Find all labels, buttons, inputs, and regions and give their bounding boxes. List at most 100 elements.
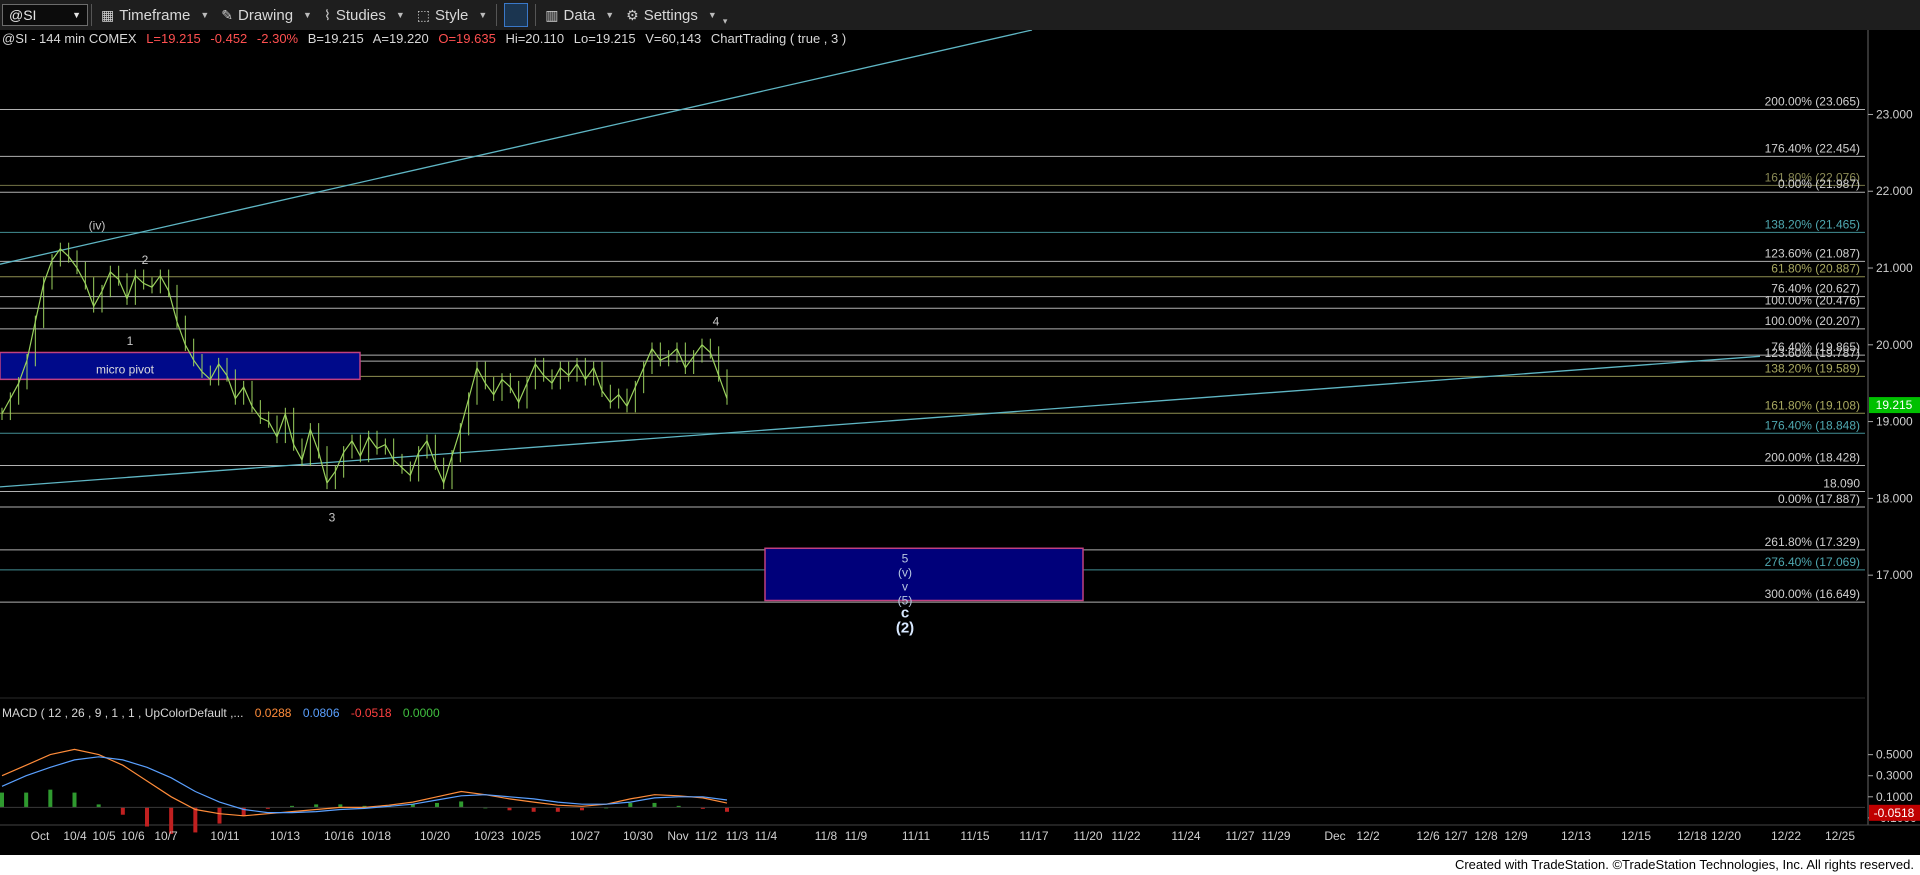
style-icon: ⬚: [416, 6, 431, 23]
timeframe-menu[interactable]: ▦ Timeframe ▼: [95, 0, 215, 30]
symbol-input[interactable]: @SI ▼: [2, 4, 88, 26]
fib-label: 0.00% (17.887): [1778, 492, 1860, 506]
calendar-icon: ▦: [101, 6, 115, 23]
macd-histogram-bar: [725, 807, 729, 812]
macd-label: MACD ( 12 , 26 , 9 , 1 , 1 , UpColorDefa…: [2, 706, 243, 720]
header-open: O=19.635: [438, 31, 495, 46]
macd-header: MACD ( 12 , 26 , 9 , 1 , 1 , UpColorDefa…: [2, 706, 440, 720]
gear-icon: ⚙: [626, 6, 639, 23]
macd-histogram-bar: [459, 801, 464, 808]
time-axis-label: 11/22: [1111, 829, 1140, 843]
fib-label: 200.00% (18.428): [1765, 451, 1860, 465]
macd-current-label: -0.0518: [1874, 806, 1915, 820]
data-menu[interactable]: ▥ Data ▼: [539, 0, 620, 30]
footer-copyright: Created with TradeStation. ©TradeStation…: [1454, 857, 1914, 872]
macd-histogram-bar: [652, 802, 657, 808]
time-axis-label: 11/11: [902, 829, 931, 843]
time-axis-label: 10/16: [324, 829, 354, 843]
header-high: Hi=20.110: [505, 31, 564, 46]
chevron-down-icon[interactable]: ▼: [72, 10, 81, 20]
header-volume: V=60,143: [645, 31, 701, 46]
wave-label: 1: [127, 334, 134, 348]
layout-toggle-icon[interactable]: [504, 3, 529, 27]
macd-histogram-bar: [72, 792, 77, 808]
style-label: Style: [435, 6, 469, 24]
macd-axis-label: 0.3000: [1876, 769, 1913, 783]
time-axis-label: 10/30: [623, 829, 653, 843]
micro-pivot-label: micro pivot: [96, 362, 155, 376]
time-axis-label: 10/27: [570, 829, 600, 843]
header-pct: -2.30%: [257, 31, 299, 46]
time-axis-label: 12/2: [1356, 829, 1380, 843]
time-axis-label: 11/29: [1261, 829, 1290, 843]
chevron-down-icon: ▼: [707, 10, 717, 20]
time-axis-label: 12/8: [1474, 829, 1498, 843]
macd-value-diff: -0.0518: [351, 706, 392, 720]
macd-histogram-bar: [628, 802, 633, 808]
price-chart[interactable]: 200.00% (23.065)176.40% (22.454)161.80% …: [0, 30, 1920, 855]
time-axis-label: 11/2: [695, 829, 718, 843]
fib-label: 200.00% (23.065): [1765, 94, 1860, 108]
time-axis-label: 11/24: [1171, 829, 1200, 843]
macd-value-avg: 0.0806: [303, 706, 340, 720]
axis-tick-label: 21.000: [1876, 261, 1913, 275]
time-axis-label: 11/17: [1019, 829, 1048, 843]
more-icon[interactable]: ▾: [723, 16, 728, 27]
axis-tick-label: 17.000: [1876, 568, 1913, 582]
drawing-menu[interactable]: ✎ Drawing ▼: [215, 0, 318, 30]
macd-axis-label: 0.5000: [1876, 748, 1913, 762]
target-box-label: v: [902, 579, 908, 593]
macd-axis-label: 0.1000: [1876, 790, 1913, 804]
macd-histogram-bar: [435, 802, 439, 808]
fib-label: 61.80% (20.887): [1771, 262, 1860, 276]
wave-label: 4: [713, 315, 720, 329]
macd-histogram-bar: [48, 789, 53, 808]
data-icon: ▥: [545, 6, 559, 23]
settings-label: Settings: [643, 6, 698, 24]
macd-value-zero: 0.0000: [403, 706, 440, 720]
chevron-down-icon: ▼: [200, 10, 210, 20]
header-last: L=19.215: [146, 31, 201, 46]
time-axis-label: 12/15: [1621, 829, 1651, 843]
time-axis-label: Nov: [667, 829, 688, 843]
style-menu[interactable]: ⬚ Style ▼: [411, 0, 494, 30]
axis-tick-label: 23.000: [1876, 107, 1913, 121]
toolbar-separator: [535, 4, 537, 26]
wave-label: (2): [896, 620, 914, 637]
fib-label: 276.40% (17.069): [1765, 555, 1860, 569]
time-axis-label: 10/23: [474, 829, 504, 843]
time-axis-label: 10/18: [361, 829, 391, 843]
header-study: ChartTrading ( true , 3 ): [711, 31, 846, 46]
header-bid: B=19.215: [308, 31, 364, 46]
fib-label: 176.40% (22.454): [1765, 141, 1860, 155]
studies-menu[interactable]: ⌇ Studies ▼: [318, 0, 411, 30]
wave-label: 2: [142, 253, 149, 267]
time-axis-label: 12/22: [1771, 829, 1801, 843]
pencil-icon: ✎: [221, 6, 234, 23]
target-box-label: 5: [902, 551, 909, 565]
fib-label: 261.80% (17.329): [1765, 535, 1860, 549]
header-change: -0.452: [210, 31, 247, 46]
drawing-label: Drawing: [238, 6, 294, 24]
axis-tick-label: 22.000: [1876, 184, 1913, 198]
settings-menu[interactable]: ⚙ Settings ▼: [620, 0, 723, 30]
time-axis-label: 10/6: [121, 829, 145, 843]
fib-label: 138.20% (21.465): [1765, 217, 1860, 231]
header-low: Lo=19.215: [574, 31, 636, 46]
macd-histogram-bar: [145, 807, 149, 827]
fib-label: 161.80% (19.108): [1765, 398, 1860, 412]
wave-label: (iv): [89, 219, 106, 233]
macd-histogram-bar: [217, 807, 222, 824]
macd-histogram-bar: [24, 792, 29, 808]
time-axis-label: 12/9: [1504, 829, 1528, 843]
fib-label: 300.00% (16.649): [1765, 587, 1860, 601]
chevron-down-icon: ▼: [605, 10, 615, 20]
target-box: [764, 547, 1084, 602]
current-price-label: 19.215: [1876, 398, 1913, 412]
fib-label: 176.40% (18.848): [1765, 418, 1860, 432]
time-axis-label: 12/7: [1444, 829, 1468, 843]
header-ask: A=19.220: [373, 31, 429, 46]
fib-label: 100.00% (20.476): [1765, 293, 1860, 307]
time-axis-label: 10/4: [63, 829, 87, 843]
footer: Created with TradeStation. ©TradeStation…: [0, 855, 1920, 875]
